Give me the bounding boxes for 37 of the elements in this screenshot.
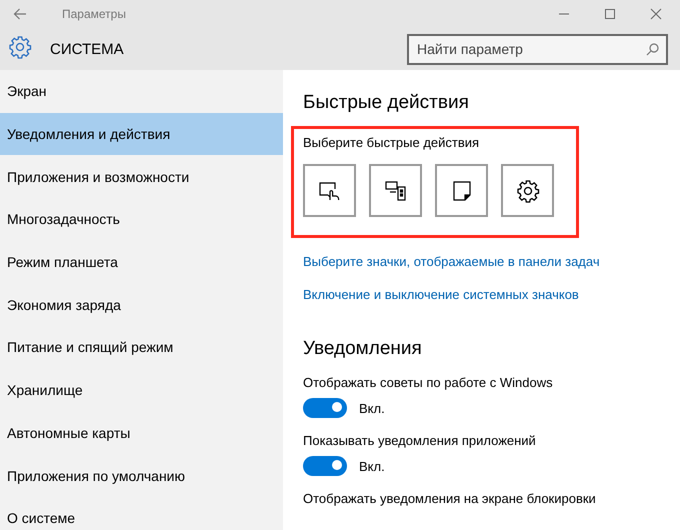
quick-actions-label: Выберите быстрые действия (303, 135, 480, 150)
settings-link[interactable]: Включение и выключение системных значков (303, 287, 579, 302)
sidebar-item[interactable]: Уведомления и действия (0, 112, 283, 156)
section-heading: Быстрые действия (303, 92, 470, 114)
maximize-icon[interactable] (604, 8, 616, 20)
search-icon (646, 42, 659, 56)
sidebar-item[interactable]: Многозадачность (0, 198, 283, 241)
section-heading: Уведомления (303, 338, 423, 360)
sidebar-item[interactable]: Режим планшета (0, 240, 283, 284)
sidebar-item[interactable]: Приложения и возможности (0, 155, 283, 198)
quick-action-tile[interactable] (435, 164, 488, 217)
section-title: СИСТЕМА (50, 40, 125, 58)
sidebar-item[interactable]: О системе (0, 496, 283, 530)
sidebar-item[interactable]: Экономия заряда (0, 283, 283, 326)
quick-action-tile[interactable] (369, 164, 422, 217)
settings-link[interactable]: Выберите значки, отображаемые в панели задач (303, 254, 600, 269)
search-field[interactable]: Найти параметр (407, 34, 668, 64)
gear-icon (516, 178, 540, 202)
quick-action-tile[interactable] (303, 164, 356, 217)
screen-project-icon (384, 178, 408, 202)
gear-icon (8, 34, 32, 58)
setting-label: Отображать уведомления на экране блокировки (303, 491, 597, 506)
setting-label: Отображать советы по работе с Windows (303, 375, 554, 390)
setting-label: Показывать уведомления приложений (303, 433, 537, 448)
close-icon[interactable] (650, 8, 662, 20)
toggle-state: Вкл. (359, 400, 385, 416)
sidebar-item[interactable]: Питание и спящий режим (0, 326, 283, 369)
toggle-state: Вкл. (359, 458, 385, 474)
back-arrow-icon[interactable] (12, 8, 28, 20)
toggle-switch[interactable] (303, 398, 347, 418)
toggle-switch[interactable] (303, 456, 347, 476)
quick-action-tile[interactable] (501, 164, 554, 217)
sidebar-item[interactable]: Экран (0, 70, 283, 113)
window-title: Параметры (62, 7, 127, 21)
sidebar-item[interactable]: Приложения по умолчанию (0, 454, 283, 497)
sidebar-item[interactable]: Автономные карты (0, 412, 283, 454)
sidebar-item[interactable]: Хранилище (0, 368, 283, 412)
